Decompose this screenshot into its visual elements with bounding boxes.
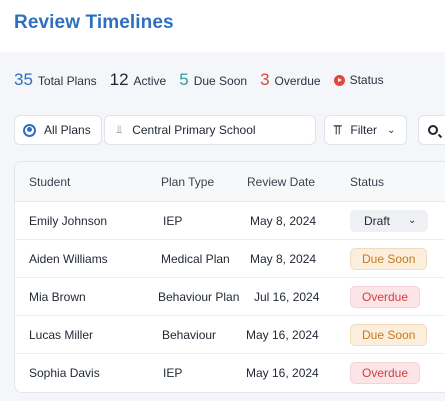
column-header-plan-type[interactable]: Plan Type: [161, 162, 214, 201]
column-header-status[interactable]: Status: [350, 162, 384, 201]
stat-label: Overdue: [274, 74, 321, 88]
plan-type: IEP: [163, 213, 183, 228]
stat-total-plans[interactable]: 35 Total Plans: [14, 70, 97, 90]
stat-value: 12: [109, 70, 129, 89]
stat-label: Due Soon: [193, 74, 248, 88]
stat-overdue[interactable]: 3 Overdue: [260, 70, 321, 90]
status-badge: Draft: [364, 213, 391, 228]
stat-label: Total Plans: [37, 74, 97, 88]
review-date: May 16, 2024: [246, 327, 319, 342]
title-bar: Review Timelines: [0, 0, 445, 52]
column-header-review-date[interactable]: Review Date: [247, 162, 315, 201]
filter-icon: ⫪: [334, 122, 342, 137]
status-legend-label: Status: [349, 73, 384, 87]
review-date: May 16, 2024: [246, 366, 319, 380]
stat-value: 3: [260, 70, 270, 89]
table-header: Student Plan Type Review Date Status: [15, 162, 445, 202]
table-row[interactable]: Mia Brown Behaviour Plan Jul 16, 2024 Ov…: [15, 278, 445, 316]
stat-due-soon[interactable]: 5 Due Soon: [179, 70, 247, 90]
record-icon: [333, 74, 345, 86]
student-name: Aiden Williams: [29, 251, 108, 266]
status-badge: Due Soon: [350, 247, 428, 270]
status-badge: Overdue: [350, 285, 421, 308]
plan-type: Medical Plan: [161, 251, 230, 266]
all-plans-button[interactable]: All Plans: [14, 115, 102, 145]
column-header-student[interactable]: Student: [29, 162, 70, 201]
table-row[interactable]: Sophia Davis IEP May 16, 2024 Overdue: [15, 354, 445, 392]
stat-value: 5: [179, 70, 189, 89]
search-icon: [428, 125, 438, 135]
status-dropdown[interactable]: Draft ⌄: [350, 209, 428, 232]
stat-active[interactable]: 12 Active: [110, 70, 167, 90]
table-row[interactable]: Aiden Williams Medical Plan May 8, 2024 …: [15, 240, 445, 278]
review-date: May 8, 2024: [250, 251, 317, 266]
location-icon: ⫫: [116, 123, 123, 136]
plan-type: IEP: [163, 366, 183, 380]
plan-type: Behaviour Plan: [158, 289, 240, 304]
plan-type: Behaviour: [162, 327, 217, 342]
status-badge: Due Soon: [350, 323, 428, 346]
school-label: Central Primary School: [132, 123, 256, 137]
chevron-down-icon: ⌄: [387, 124, 396, 136]
student-name: Sophia Davis: [29, 366, 100, 380]
student-name: Emily Johnson: [29, 213, 108, 228]
page-title: Review Timelines: [14, 12, 174, 33]
globe-icon: [23, 123, 36, 137]
stats-bar: 35 Total Plans 12 Active 5 Due Soon 3 Ov…: [14, 68, 384, 92]
chevron-down-icon: ⌄: [408, 215, 417, 226]
search-button[interactable]: [418, 115, 445, 145]
student-name: Mia Brown: [29, 289, 86, 304]
student-name: Lucas Miller: [29, 327, 94, 342]
review-date: May 8, 2024: [250, 213, 317, 228]
all-plans-label: All Plans: [44, 123, 91, 137]
status-badge: Overdue: [350, 362, 421, 384]
table-row[interactable]: Emily Johnson IEP May 8, 2024 Draft ⌄: [15, 202, 445, 240]
status-legend[interactable]: Status: [333, 73, 384, 87]
stat-label: Active: [133, 74, 167, 88]
filter-button[interactable]: ⫪ Filter ⌄: [324, 115, 407, 145]
stat-value: 35: [14, 70, 33, 89]
table-row[interactable]: Lucas Miller Behaviour May 16, 2024 Due …: [15, 316, 445, 354]
school-selector[interactable]: ⫫ Central Primary School: [104, 115, 316, 145]
review-date: Jul 16, 2024: [254, 289, 320, 304]
filter-label: Filter: [350, 123, 378, 137]
plans-table: Student Plan Type Review Date Status Emi…: [14, 161, 445, 393]
